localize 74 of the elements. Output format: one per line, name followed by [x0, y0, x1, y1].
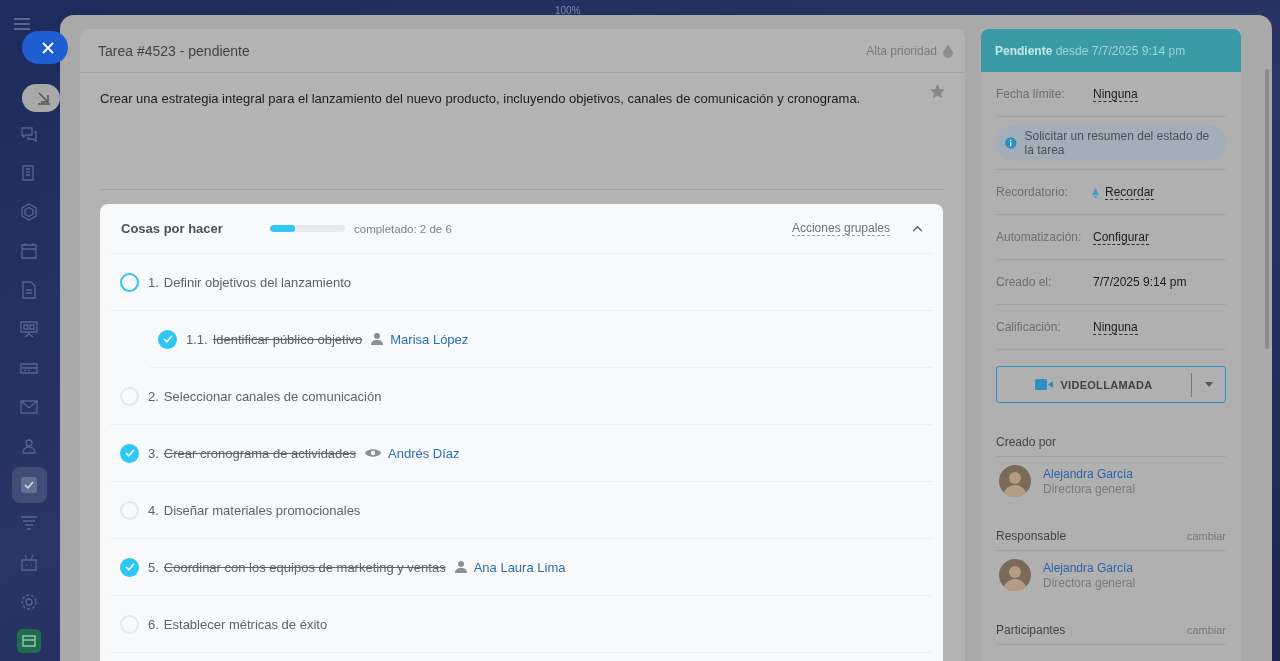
video-call-button[interactable]: VIDEOLLAMADA	[996, 366, 1226, 403]
check-icon	[124, 563, 135, 571]
person-icon	[454, 561, 467, 573]
info-icon	[1005, 136, 1017, 150]
checklist-item-text[interactable]: Identificar público objetivo	[212, 331, 363, 347]
funnel-icon	[20, 515, 38, 533]
item-number: 6.	[148, 616, 159, 632]
eye-icon	[365, 448, 382, 458]
checklist-title: Cosas por hacer	[121, 221, 224, 236]
presentation-icon	[20, 320, 38, 338]
people-icon	[20, 437, 38, 455]
mail-icon	[20, 398, 38, 416]
person-icon	[371, 333, 384, 345]
field-label: Calificación:	[996, 320, 1062, 334]
field-label: Creado el:	[996, 275, 1053, 289]
checklist-item-text[interactable]: Definir objetivos del lanzamiento	[163, 274, 351, 290]
hexagon-icon	[20, 203, 38, 221]
camera-icon	[1035, 379, 1054, 390]
group-actions-link[interactable]: Acciones grupales	[791, 221, 890, 236]
chevron-icon[interactable]	[912, 225, 923, 232]
field-label: Recordatorio:	[996, 185, 1070, 199]
field-label: Fecha límite:	[996, 87, 1066, 101]
sidebar-item[interactable]	[11, 467, 47, 503]
menu-icon[interactable]	[14, 18, 30, 30]
avatar	[999, 559, 1031, 591]
field-link[interactable]: Ninguna	[1093, 86, 1138, 102]
field-label: Automatización:	[996, 230, 1083, 244]
minimize-button[interactable]	[22, 84, 60, 112]
chat-icon	[20, 125, 38, 143]
zoom-label: 100%	[555, 5, 581, 16]
checkbox[interactable]	[158, 329, 177, 349]
item-number: 1.	[148, 274, 159, 290]
checkbox[interactable]	[120, 272, 139, 292]
checklist-item-text[interactable]: Diseñar materiales promocionales	[163, 502, 361, 518]
field-link[interactable]: Ninguna	[1093, 319, 1138, 335]
item-number: 5.	[148, 559, 159, 575]
field-link[interactable]: Recordar	[1105, 184, 1155, 200]
field-link[interactable]: Configurar	[1093, 229, 1150, 245]
close-button[interactable]	[22, 31, 68, 64]
checklist-item-text[interactable]: Coordinar con los equipos de marketing y ventas	[163, 559, 446, 575]
section-title: Responsable	[996, 529, 1067, 543]
section-title: Creado por	[996, 435, 1057, 449]
checkbox[interactable]	[120, 557, 139, 577]
checklist-item-text[interactable]: Crear cronograma de actividades	[163, 445, 357, 461]
item-number: 3.	[148, 445, 159, 461]
item-number: 2.	[148, 388, 159, 404]
assignee-link[interactable]: Ana Laura Lima	[473, 559, 566, 575]
close-icon	[41, 41, 54, 54]
video-call-label: VIDEOLLAMADA	[1060, 378, 1153, 391]
settings-icon	[20, 593, 38, 611]
arrow-icon	[37, 91, 51, 105]
caret-icon[interactable]	[1205, 382, 1213, 387]
calendar-icon	[20, 242, 38, 260]
item-number: 1.1.	[186, 331, 208, 347]
app-icon	[17, 629, 41, 653]
summary-request-button[interactable]: Solicitar un resumen del estado de la tarea	[996, 125, 1226, 161]
avatar	[999, 465, 1031, 497]
check-icon	[162, 335, 173, 343]
star-icon[interactable]	[930, 84, 945, 99]
item-number: 4.	[148, 502, 159, 518]
section-title: Participantes	[996, 623, 1066, 637]
field-value: 7/7/2025 9:14 pm	[1093, 275, 1187, 289]
checklist-item-text[interactable]: Seleccionar canales de comunicación	[163, 388, 382, 404]
progress-text: completado: 2 de 6	[354, 222, 452, 235]
task-title: Tarea #4523 - pendiente	[98, 42, 251, 59]
status-text: Pendiente desde 7/7/2025 9:14 pm	[995, 43, 1186, 58]
check-icon	[124, 449, 135, 457]
checkbox-icon	[20, 476, 38, 494]
task-description: Crear una estrategia integral para el lanzamiento del nuevo producto, incluyendo objetivos, canales de comunicación y cronograma.	[100, 91, 861, 106]
document-icon	[20, 281, 38, 299]
checklist-item-text[interactable]: Establecer métricas de éxito	[163, 616, 328, 632]
assignee-link[interactable]: Marisa López	[390, 331, 469, 347]
assignee-link[interactable]: Andrés Díaz	[388, 445, 460, 461]
checkbox[interactable]	[120, 443, 139, 463]
